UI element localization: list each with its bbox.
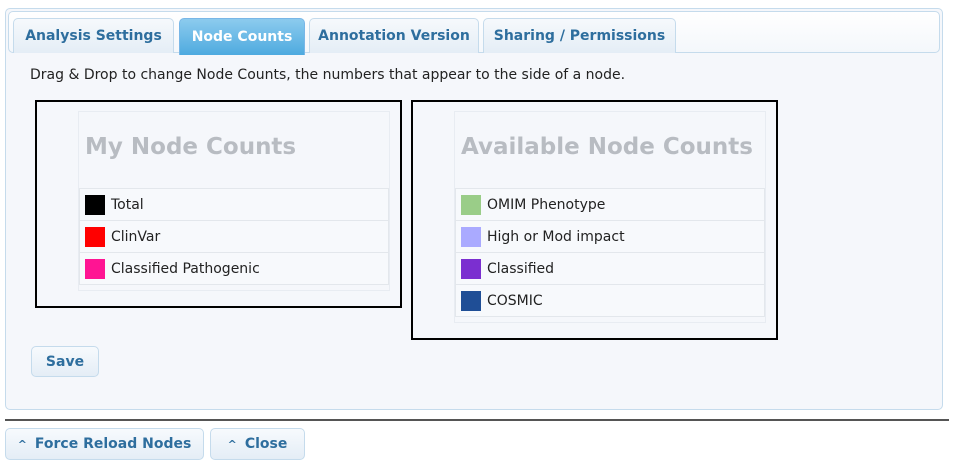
list-item[interactable]: Classified Pathogenic — [79, 252, 389, 285]
node-count-label: OMIM Phenotype — [487, 196, 606, 213]
node-count-label: ClinVar — [111, 228, 161, 245]
available-node-counts-title: Available Node Counts — [461, 134, 753, 160]
color-swatch — [85, 226, 105, 247]
node-count-label: COSMIC — [487, 292, 543, 309]
color-swatch — [461, 194, 481, 215]
list-item[interactable]: OMIM Phenotype — [455, 188, 765, 220]
color-swatch — [85, 194, 105, 215]
list-item[interactable]: COSMIC — [455, 284, 765, 317]
close-button[interactable]: ^ Close — [210, 428, 305, 460]
list-item[interactable]: High or Mod impact — [455, 220, 765, 252]
color-swatch — [461, 226, 481, 247]
list-item[interactable]: Classified — [455, 252, 765, 284]
available-node-counts-box: Available Node Counts OMIM Phenotype Hig… — [411, 100, 778, 340]
available-node-counts-list: OMIM Phenotype High or Mod impact Classi… — [455, 188, 765, 317]
my-node-counts-title: My Node Counts — [85, 134, 297, 160]
available-node-counts-panel: Available Node Counts OMIM Phenotype Hig… — [454, 111, 766, 323]
list-item[interactable]: ClinVar — [79, 220, 389, 252]
close-label: Close — [244, 436, 288, 452]
save-button[interactable]: Save — [31, 346, 99, 377]
node-count-label: Classified — [487, 260, 555, 277]
my-node-counts-list: Total ClinVar Classified Pathogenic — [79, 188, 389, 285]
color-swatch — [85, 258, 105, 279]
instructions-text: Drag & Drop to change Node Counts, the n… — [30, 67, 626, 83]
list-item[interactable]: Total — [79, 188, 389, 220]
color-swatch — [461, 290, 481, 311]
divider — [5, 419, 949, 421]
force-reload-nodes-button[interactable]: ^ Force Reload Nodes — [5, 428, 204, 460]
caret-up-icon: ^ — [227, 437, 237, 451]
node-count-label: Total — [111, 196, 144, 213]
my-node-counts-box: My Node Counts Total ClinVar Classified … — [35, 100, 402, 308]
tab-annotation-version[interactable]: Annotation Version — [309, 18, 479, 53]
node-count-label: High or Mod impact — [487, 228, 625, 245]
force-reload-label: Force Reload Nodes — [34, 436, 192, 452]
tab-sharing-permissions[interactable]: Sharing / Permissions — [483, 18, 676, 53]
node-counts-dialog: Analysis Settings Node Counts Annotation… — [5, 8, 943, 410]
color-swatch — [461, 258, 481, 279]
tab-bar: Analysis Settings Node Counts Annotation… — [8, 11, 940, 55]
my-node-counts-panel: My Node Counts Total ClinVar Classified … — [78, 111, 390, 291]
caret-up-icon: ^ — [17, 437, 27, 451]
node-count-label: Classified Pathogenic — [111, 260, 260, 277]
tab-analysis-settings[interactable]: Analysis Settings — [13, 18, 174, 53]
tab-node-counts[interactable]: Node Counts — [179, 18, 305, 55]
